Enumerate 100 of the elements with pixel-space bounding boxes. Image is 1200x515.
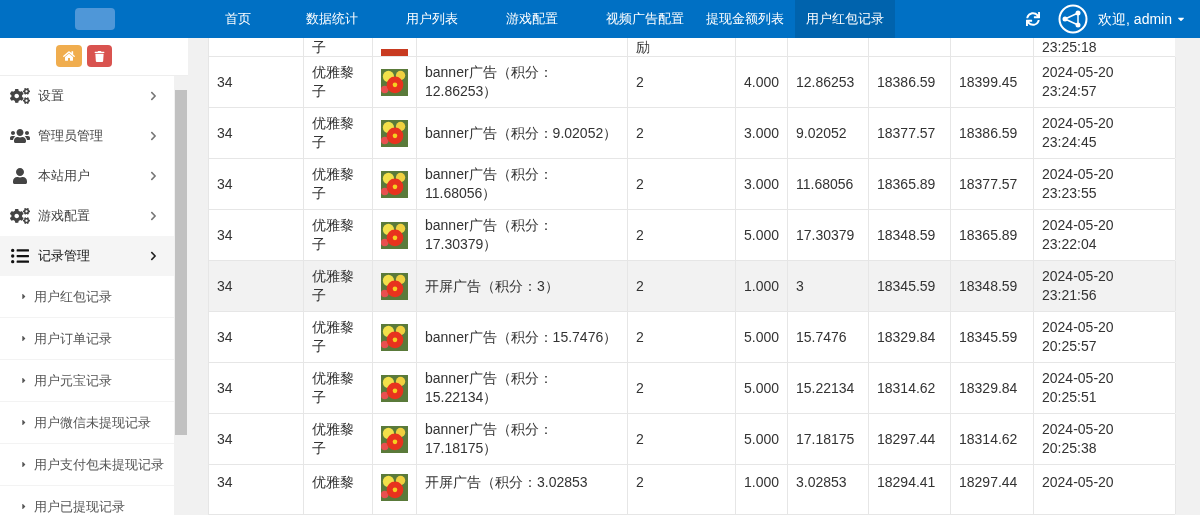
list-icon <box>10 247 30 265</box>
table-cell-text: banner广告（积分：17.30379） <box>425 216 554 254</box>
caret-right-icon <box>20 376 28 385</box>
table-cell: 18345.59 <box>959 327 1018 347</box>
table-cell: 34 <box>217 276 233 296</box>
sidebar-menu-item[interactable]: 记录管理 <box>0 236 174 276</box>
nav-tab[interactable]: 用户列表 <box>395 0 469 38</box>
table-cell: 18294.41 <box>877 473 936 492</box>
table-cell-text: 2024-05-20 23:21:56 <box>1042 267 1115 305</box>
sidebar-menu-item[interactable]: 游戏配置 <box>0 196 174 236</box>
chevron-right-icon <box>149 131 158 141</box>
sidebar-menu-item[interactable]: 管理员管理 <box>0 116 174 156</box>
table-cell: 5.000 <box>744 429 780 449</box>
table-cell-text: 优雅黎子 <box>312 63 355 101</box>
table-cell: 18329.84 <box>959 378 1018 398</box>
table-cell: 2 <box>636 174 644 194</box>
table-row[interactable]: 34 优雅黎子 banner广告（积分：15.7476） 2 5.000 15.7476 18329.84 18345.59 2024-05-20 20:25:57 <box>209 312 1175 363</box>
table-cell: 18365.89 <box>959 225 1018 245</box>
table-cell: 34 <box>217 378 233 398</box>
nav-tab[interactable]: 提现金额列表 <box>695 0 795 38</box>
table-cell: 11.68056 <box>796 174 854 194</box>
table-row[interactable]: 34 优雅黎子 banner广告（积分：15.22134） 2 5.000 15.22134 18314.62 18329.84 2024-05-20 20:25:51 <box>209 363 1175 414</box>
table-cell-text: banner广告（积分：17.18175） <box>425 420 554 458</box>
table-cell: 3 <box>796 276 804 296</box>
table-cell: 优雅黎 <box>312 473 354 492</box>
table-cell: 34 <box>217 174 233 194</box>
table-cell: 18399.45 <box>959 72 1018 92</box>
table-cell-text: 优雅黎子 <box>312 369 355 407</box>
sidebar-menu-item[interactable]: 设置 <box>0 76 174 116</box>
table-cell: 18386.59 <box>877 72 936 92</box>
nav-tab[interactable]: 数据统计 <box>295 0 369 38</box>
table-cell: 3.000 <box>744 123 780 143</box>
table-cell: 2 <box>636 225 644 245</box>
table-cell: 18386.59 <box>959 123 1018 143</box>
table-cell-text: 优雅黎子 <box>312 267 355 305</box>
table-cell: 34 <box>217 429 233 449</box>
table-cell: 34 <box>217 72 233 92</box>
chevron-right-icon <box>149 91 158 101</box>
table-row[interactable]: 34 优雅黎子 banner广告（积分：11.68056） 2 3.000 11.68056 18365.89 18377.57 2024-05-20 23:23:55 <box>209 159 1175 210</box>
table-cell: 1.000 <box>744 473 780 492</box>
table-cell: 12.86253 <box>796 72 855 92</box>
delete-button[interactable] <box>87 45 112 67</box>
table-row[interactable]: 34 优雅黎 开屏广告（积分：3.02853 2 1.000 3.02853 18294.41 18297.44 2024-05-20 <box>209 465 1175 515</box>
table-cell: 2 <box>636 327 644 347</box>
table-cell: 3.000 <box>744 174 780 194</box>
nav-tab[interactable]: 视频广告配置 <box>595 0 695 38</box>
caret-right-icon <box>20 418 28 427</box>
table-cell: 1.000 <box>744 276 780 296</box>
scrollbar[interactable] <box>174 76 188 515</box>
table-cell-text: 2024-05-20 23:24:45 <box>1042 114 1115 152</box>
table-row[interactable]: 34 优雅黎子 banner广告（积分：17.18175） 2 5.000 17.18175 18297.44 18314.62 2024-05-20 20:25:38 <box>209 414 1175 465</box>
table-cell: 2 <box>636 72 644 92</box>
user-icon <box>10 168 30 184</box>
table-cell: 17.18175 <box>796 429 855 449</box>
table-cell: 2 <box>636 378 644 398</box>
avatar-circle-icon[interactable] <box>1058 4 1089 34</box>
table-cell: 2 <box>636 429 644 449</box>
table-cell-text: banner广告（积分：11.68056） <box>425 165 554 203</box>
table-cell: 15.22134 <box>796 378 855 398</box>
table-row[interactable]: 34 优雅黎子 开屏广告（积分：3） 2 1.000 3 18345.59 18348.59 2024-05-20 23:21:56 <box>209 261 1175 312</box>
table-row[interactable]: 34 优雅黎子 banner广告（积分：17.30379） 2 5.000 17.30379 18348.59 18365.89 2024-05-20 23:22:04 <box>209 210 1175 261</box>
table-cell: 34 <box>217 123 233 143</box>
table-cell: 子 <box>312 38 326 56</box>
table-cell-text: 2024-05-20 23:23:55 <box>1042 165 1115 203</box>
chevron-right-icon <box>149 171 158 181</box>
table-cell: 18297.44 <box>959 473 1018 492</box>
refresh-icon[interactable] <box>1026 12 1041 26</box>
table-cell: 18377.57 <box>877 123 936 143</box>
table-cell: 9.02052 <box>796 123 847 143</box>
nav-tab[interactable]: 首页 <box>207 0 269 38</box>
table-cell: 4.000 <box>744 72 780 92</box>
table-cell: 34 <box>217 473 233 492</box>
table-cell: 3.02853 <box>796 473 847 492</box>
flower-thumbnail <box>381 424 408 454</box>
gears-icon <box>10 87 30 105</box>
table-cell-text: 优雅黎子 <box>312 216 355 254</box>
table-row[interactable]: 34 优雅黎子 banner广告（积分：9.02052） 2 3.000 9.02052 18377.57 18386.59 2024-05-20 23:24:45 <box>209 108 1175 159</box>
flower-thumbnail <box>381 169 408 199</box>
table-cell: 18314.62 <box>959 429 1018 449</box>
user-menu[interactable]: 欢迎, admin <box>1098 8 1186 30</box>
nav-tab[interactable]: 游戏配置 <box>495 0 569 38</box>
table-cell: 18314.62 <box>877 378 936 398</box>
table-cell-text: 2024-05-20 23:22:04 <box>1042 216 1115 254</box>
table-cell: 18297.44 <box>877 429 936 449</box>
table-cell: 18345.59 <box>877 276 936 296</box>
table-row[interactable]: 34 优雅黎子 banner广告（积分：12.86253） 2 4.000 12.86253 18386.59 18399.45 2024-05-20 23:24:57 <box>209 57 1175 108</box>
table-cell: 15.7476 <box>796 327 847 347</box>
sidebar-menu-item[interactable]: 本站用户 <box>0 156 174 196</box>
table-cell-text: 优雅黎子 <box>312 165 355 203</box>
table-cell-text: 优雅黎子 <box>312 114 355 152</box>
table-cell: 5.000 <box>744 225 780 245</box>
caret-right-icon <box>20 502 28 511</box>
table-cell-text: 优雅黎子 <box>312 318 355 356</box>
flower-thumbnail <box>381 373 408 403</box>
flower-thumbnail <box>381 271 408 301</box>
users-icon <box>10 127 30 145</box>
nav-tab[interactable]: 用户红包记录 <box>795 0 895 38</box>
flower-thumbnail <box>381 473 408 502</box>
table-cell: 18348.59 <box>877 225 936 245</box>
table-cell-text: 2024-05-20 20:25:51 <box>1042 369 1115 407</box>
